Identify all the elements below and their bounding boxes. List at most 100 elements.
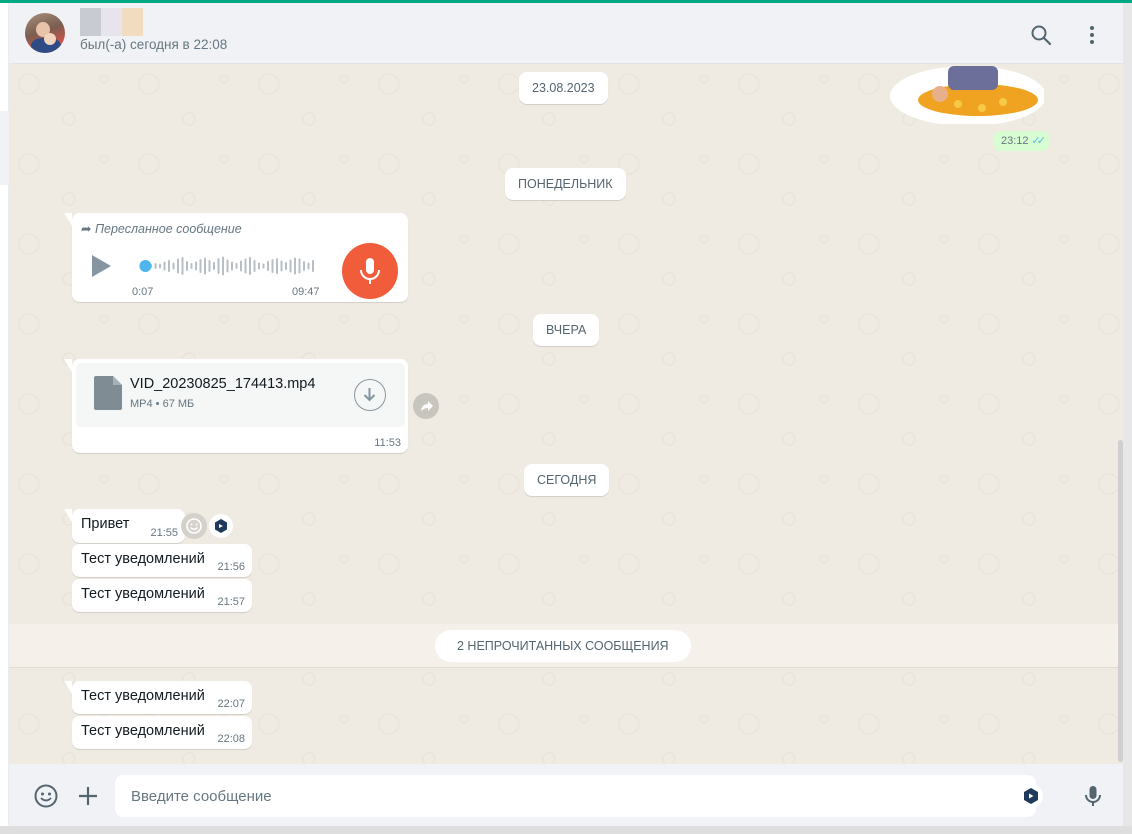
text-message[interactable]: Тест уведомлений 22:07 <box>64 681 252 714</box>
message-time: 21:57 <box>217 596 245 608</box>
waveform-bar <box>195 261 197 271</box>
message-time: 22:08 <box>217 733 245 745</box>
chat-header: был(-а) сегодня в 22:08 <box>9 3 1123 64</box>
message-time: 21:56 <box>217 561 245 573</box>
waveform-bar <box>163 261 166 271</box>
waveform-bar <box>285 262 287 270</box>
date-separator: ПОНЕДЕЛЬНИК <box>505 168 626 200</box>
waveform-bar <box>231 261 233 271</box>
waveform-bar <box>276 258 278 274</box>
date-separator: СЕГОДНЯ <box>524 464 610 496</box>
waveform-bar <box>258 262 260 270</box>
waveform-bar <box>253 260 256 272</box>
forwarded-header: ➦ Пересланное сообщение <box>81 222 242 236</box>
forward-icon <box>421 401 433 411</box>
text-message[interactable]: Тест уведомлений 22:08 <box>72 716 252 749</box>
play-icon[interactable] <box>92 255 111 277</box>
date-separator: ВЧЕРА <box>533 314 600 346</box>
message-text: Тест уведомлений <box>81 723 205 739</box>
waveform-bar <box>307 262 310 270</box>
waveform-bar <box>240 260 242 272</box>
waveform-bar <box>267 261 269 271</box>
waveform-bar <box>190 263 193 269</box>
download-button[interactable] <box>354 379 386 411</box>
file-message[interactable]: VID_20230825_174413.mp4 MP4 • 67 МБ 11:5… <box>64 359 408 453</box>
extension-hex-icon <box>215 519 227 533</box>
message-input-box[interactable] <box>115 775 1043 817</box>
composer <box>9 764 1123 826</box>
waveform-bar <box>294 257 296 275</box>
waveform-bar <box>217 258 220 274</box>
waveform-bar <box>262 263 265 269</box>
voice-waveform[interactable] <box>136 255 318 277</box>
waveform-bar <box>249 257 251 275</box>
waveform-bar <box>186 261 188 271</box>
sticker-message[interactable] <box>878 64 1046 126</box>
voice-elapsed: 0:07 <box>132 286 154 298</box>
emoji-icon[interactable] <box>33 783 59 809</box>
waveform-bar <box>298 258 301 274</box>
reaction-button[interactable] <box>181 513 207 539</box>
waveform-bar <box>222 256 224 276</box>
text-message[interactable]: Привет 21:55 <box>64 509 185 543</box>
file-card[interactable]: VID_20230825_174413.mp4 MP4 • 67 МБ <box>76 363 405 427</box>
waveform-bar <box>208 260 211 272</box>
extension-button[interactable] <box>209 514 233 538</box>
text-message[interactable]: Тест уведомлений 21:56 <box>72 544 252 577</box>
waveform-bar <box>289 259 292 273</box>
forwarded-voice-message[interactable]: ➦ Пересланное сообщение 0:07 09:47 <box>64 213 408 302</box>
sidebar-edge <box>0 3 9 834</box>
waveform-bar <box>303 261 305 271</box>
message-text: Тест уведомлений <box>81 586 205 602</box>
double-check-icon: ✓✓ <box>1031 135 1047 147</box>
window-bottom-edge <box>0 826 1132 834</box>
voice-duration: 09:47 <box>292 286 320 298</box>
waveform-bar <box>154 263 157 269</box>
window-right-edge <box>1123 3 1132 834</box>
waveform-bar <box>204 257 206 275</box>
waveform-bar <box>235 263 238 269</box>
contact-name-blurred[interactable] <box>80 8 143 36</box>
extension-hex-icon <box>1024 788 1038 804</box>
extension-button[interactable] <box>1019 784 1043 808</box>
message-text: Тест уведомлений <box>81 551 205 567</box>
mic-icon[interactable] <box>1080 783 1106 809</box>
waveform-bar <box>159 263 161 269</box>
avatar[interactable] <box>25 13 65 53</box>
search-icon[interactable] <box>1029 23 1053 47</box>
text-message[interactable]: Тест уведомлений 21:57 <box>72 579 252 612</box>
waveform-bar <box>244 258 247 274</box>
message-input[interactable] <box>131 775 1001 817</box>
file-name: VID_20230825_174413.mp4 <box>130 376 316 392</box>
document-icon <box>94 376 122 410</box>
mic-icon <box>360 258 380 284</box>
plus-icon[interactable] <box>75 783 101 809</box>
message-time: 22:07 <box>217 698 245 710</box>
waveform-bar <box>213 262 215 270</box>
message-time: 21:55 <box>150 527 178 539</box>
waveform-bar <box>280 260 283 272</box>
waveform-bar <box>168 260 170 272</box>
message-time: 11:53 <box>374 437 401 449</box>
waveform-bar <box>312 260 314 272</box>
kebab-menu-icon[interactable] <box>1080 23 1104 47</box>
waveform-bar <box>172 262 175 270</box>
download-arrow-icon <box>363 388 376 402</box>
forward-arrow-icon: ➦ <box>81 222 92 236</box>
forward-button[interactable] <box>413 393 439 419</box>
sticker-timestamp: 23:12 ✓✓ <box>994 131 1049 151</box>
waveform-bar <box>199 259 202 273</box>
waveform-bar <box>271 259 274 273</box>
voice-avatar-mic <box>342 243 398 299</box>
message-text: Привет <box>81 516 130 532</box>
voice-progress-handle <box>139 260 152 272</box>
unread-count-label: 2 НЕПРОЧИТАННЫХ СООБЩЕНИЯ <box>435 630 691 662</box>
emoji-react-icon <box>186 518 202 534</box>
unread-divider: 2 НЕПРОЧИТАННЫХ СООБЩЕНИЯ <box>9 624 1123 668</box>
selected-chat-edge[interactable] <box>0 111 9 185</box>
waveform-bar <box>181 257 184 275</box>
chat-panel[interactable]: 23:12 ✓✓ 23.08.2023 ПОНЕДЕЛЬНИК ➦ Пересла… <box>9 64 1123 764</box>
message-text: Тест уведомлений <box>81 688 205 704</box>
date-separator: 23.08.2023 <box>519 72 608 104</box>
waveform-bar <box>226 259 229 273</box>
